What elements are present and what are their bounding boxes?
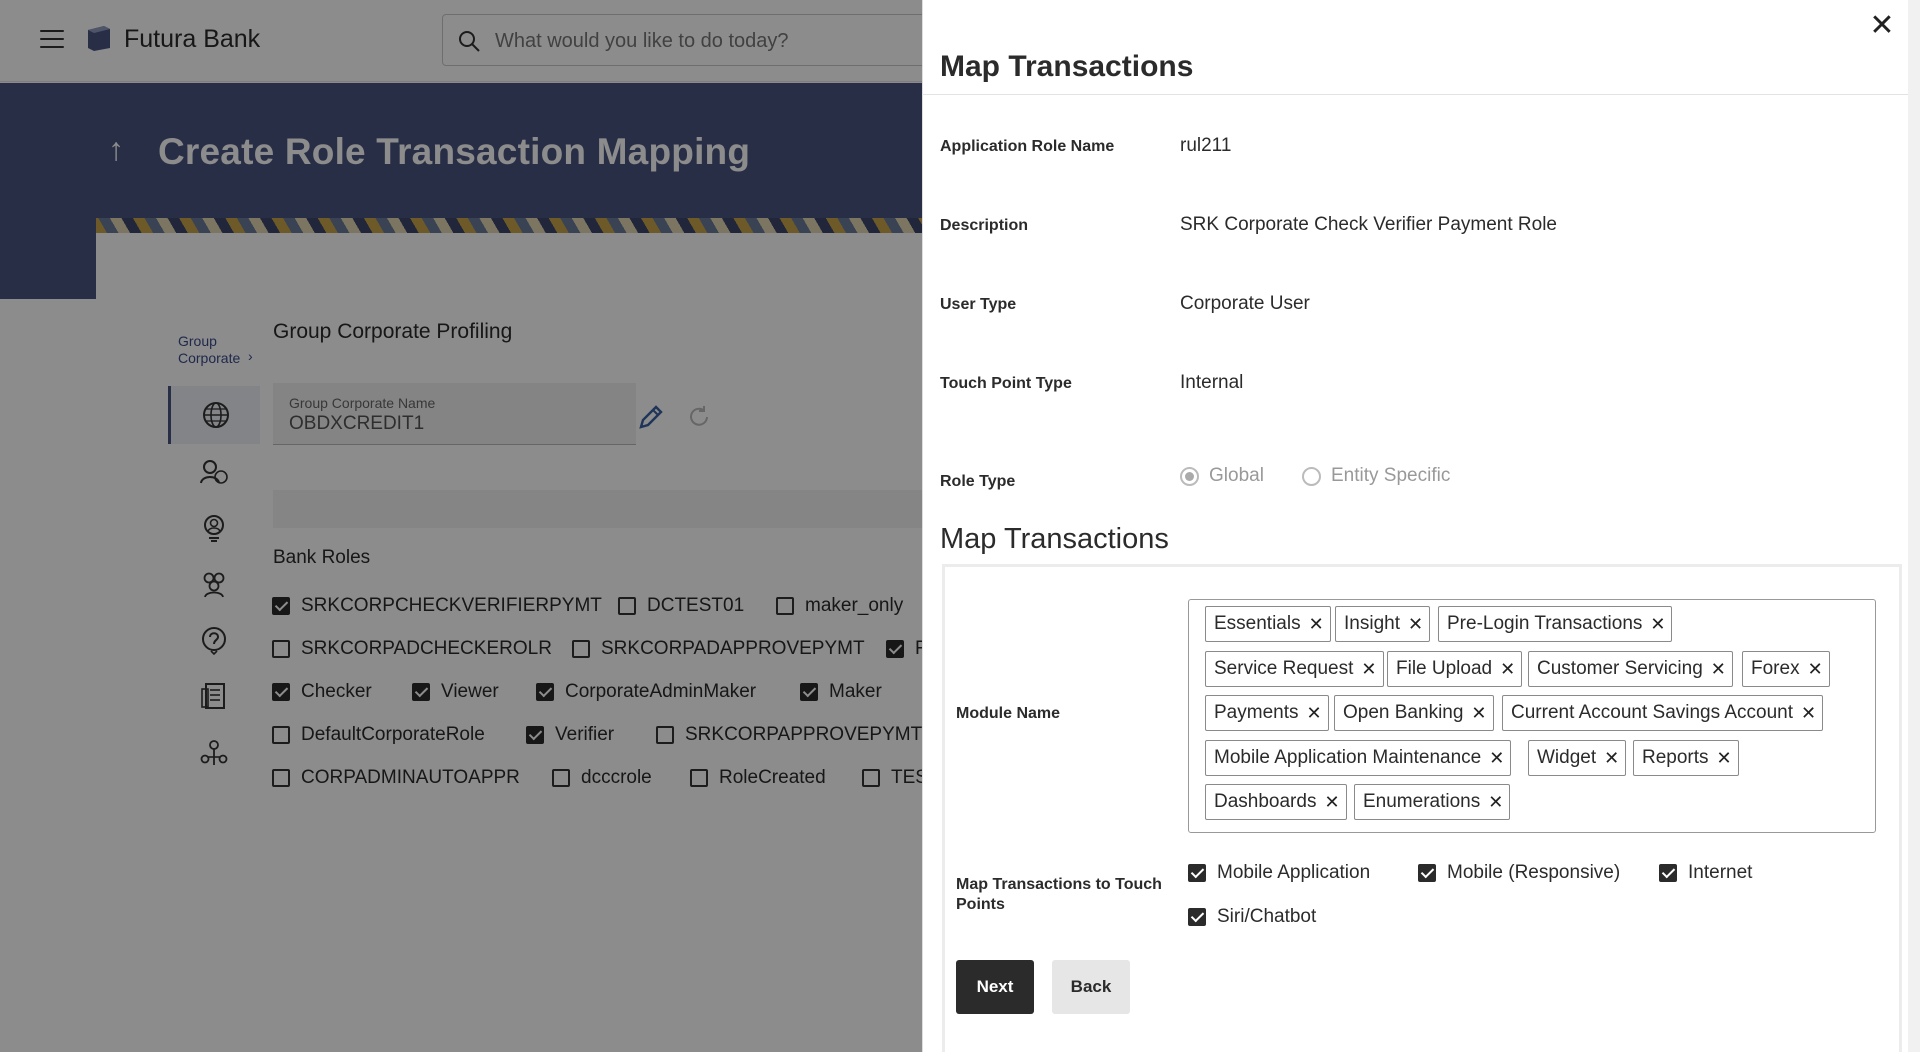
radio-unselected-icon[interactable] (1302, 466, 1321, 486)
chip-label: Widget (1537, 747, 1597, 768)
module-chip: Service Request ✕ (1205, 651, 1384, 687)
touch-point-type-value: Internal (1180, 372, 1244, 393)
module-chip: Mobile Application Maintenance ✕ (1205, 740, 1512, 776)
next-button[interactable]: Next (956, 960, 1034, 1014)
chip-label: Customer Servicing (1537, 658, 1703, 679)
remove-chip-icon[interactable]: ✕ (1808, 659, 1823, 680)
user-type-label: User Type (940, 296, 1017, 313)
touch-point-label: Mobile (Responsive) (1447, 862, 1621, 883)
module-chip: Payments ✕ (1205, 695, 1329, 731)
remove-chip-icon[interactable]: ✕ (1604, 748, 1619, 769)
role-type-global-radio[interactable]: Global (1180, 465, 1264, 487)
module-chip: Customer Servicing ✕ (1528, 651, 1733, 687)
module-chip: Widget ✕ (1528, 740, 1627, 776)
radio-label: Global (1209, 465, 1264, 486)
touch-point-label: Internet (1688, 862, 1753, 883)
remove-chip-icon[interactable]: ✕ (1489, 748, 1504, 769)
checkbox-icon[interactable] (1659, 864, 1677, 882)
module-chip: Enumerations ✕ (1354, 784, 1511, 820)
module-chip: Pre-Login Transactions ✕ (1438, 606, 1673, 642)
chip-label: Dashboards (1214, 791, 1317, 812)
module-chip: Reports ✕ (1633, 740, 1739, 776)
remove-chip-icon[interactable]: ✕ (1488, 792, 1503, 813)
chip-label: Pre-Login Transactions (1447, 613, 1643, 634)
role-type-label: Role Type (940, 473, 1016, 490)
map-transactions-heading: Map Transactions (940, 523, 1169, 555)
module-chip: Current Account Savings Account ✕ (1502, 695, 1824, 731)
module-chip: Dashboards ✕ (1205, 784, 1347, 820)
module-chip: Forex ✕ (1742, 651, 1830, 687)
chip-label: Current Account Savings Account (1511, 702, 1793, 723)
remove-chip-icon[interactable]: ✕ (1471, 703, 1486, 724)
touch-point-label: Siri/Chatbot (1217, 906, 1317, 927)
chip-label: Open Banking (1343, 702, 1464, 723)
radio-label: Entity Specific (1331, 465, 1451, 486)
checkbox-icon[interactable] (1188, 864, 1206, 882)
chip-label: Service Request (1214, 658, 1354, 679)
module-name-label: Module Name (956, 705, 1061, 722)
chip-label: Enumerations (1363, 791, 1481, 812)
touch-point-internet[interactable]: Internet (1659, 862, 1752, 884)
chip-label: Forex (1751, 658, 1800, 679)
touch-point-mobile-responsive[interactable]: Mobile (Responsive) (1418, 862, 1620, 884)
application-role-name-value: rul211 (1180, 135, 1232, 156)
chip-label: File Upload (1396, 658, 1493, 679)
remove-chip-icon[interactable]: ✕ (1306, 703, 1321, 724)
remove-chip-icon[interactable]: ✕ (1309, 614, 1324, 635)
remove-chip-icon[interactable]: ✕ (1717, 748, 1732, 769)
remove-chip-icon[interactable]: ✕ (1408, 614, 1423, 635)
description-value: SRK Corporate Check Verifier Payment Rol… (1180, 214, 1557, 235)
chip-label: Essentials (1214, 613, 1301, 634)
chip-label: Reports (1642, 747, 1709, 768)
panel-title: Map Transactions (940, 50, 1194, 83)
back-button[interactable]: Back (1052, 960, 1130, 1014)
description-label: Description (940, 217, 1029, 234)
module-chip: Insight ✕ (1335, 606, 1431, 642)
touch-points-label: Map Transactions to Touch Points (956, 876, 1162, 913)
module-chip: Essentials ✕ (1205, 606, 1331, 642)
remove-chip-icon[interactable]: ✕ (1650, 614, 1665, 635)
remove-chip-icon[interactable]: ✕ (1801, 703, 1816, 724)
checkbox-icon[interactable] (1188, 908, 1206, 926)
touch-point-type-label: Touch Point Type (940, 375, 1072, 392)
radio-selected-icon[interactable] (1180, 466, 1199, 486)
remove-chip-icon[interactable]: ✕ (1361, 659, 1376, 680)
chip-label: Mobile Application Maintenance (1214, 747, 1482, 768)
user-type-value: Corporate User (1180, 293, 1310, 314)
role-type-entity-specific-radio[interactable]: Entity Specific (1302, 465, 1450, 487)
panel-divider (922, 94, 1908, 95)
remove-chip-icon[interactable]: ✕ (1711, 659, 1726, 680)
application-role-name-label: Application Role Name (940, 138, 1115, 155)
panel-scrollbar[interactable] (1908, 0, 1920, 1052)
modal-backdrop[interactable] (0, 0, 922, 1052)
chip-label: Payments (1214, 702, 1299, 723)
touch-point-mobile-application[interactable]: Mobile Application (1188, 862, 1370, 884)
checkbox-icon[interactable] (1418, 864, 1436, 882)
close-icon[interactable]: ✕ (1868, 11, 1896, 41)
touch-point-label: Mobile Application (1217, 862, 1371, 883)
chip-label: Insight (1344, 613, 1400, 634)
remove-chip-icon[interactable]: ✕ (1500, 659, 1515, 680)
remove-chip-icon[interactable]: ✕ (1324, 792, 1339, 813)
touch-point-siri-chatbot[interactable]: Siri/Chatbot (1188, 906, 1316, 928)
module-chip: File Upload ✕ (1387, 651, 1523, 687)
module-chip: Open Banking ✕ (1334, 695, 1494, 731)
